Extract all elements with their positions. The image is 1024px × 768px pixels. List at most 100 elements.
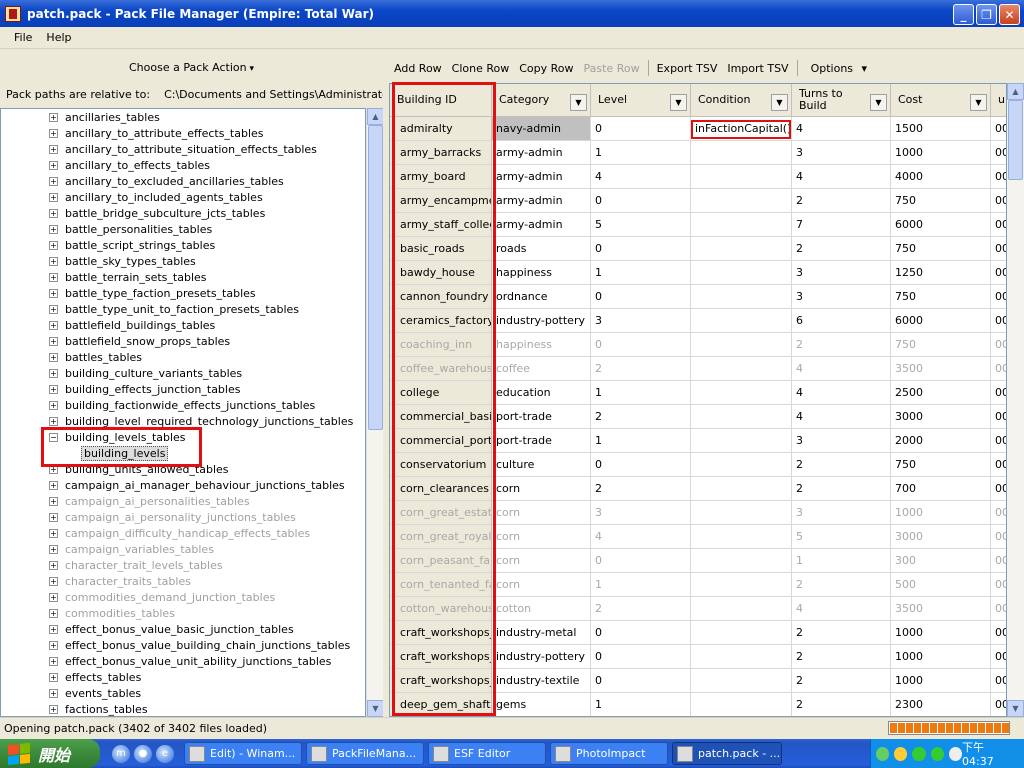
taskbar-button[interactable]: ESF Editor <box>428 742 546 765</box>
cell-turns[interactable]: 3 <box>792 285 891 309</box>
table-row[interactable]: ceramics_factoryindustry-pottery3 6600000 <box>390 309 1006 333</box>
cell-condition[interactable] <box>691 333 792 357</box>
cell-level[interactable]: 0 <box>591 189 691 213</box>
tree-item[interactable]: + campaign_difficulty_handicap_effects_ta… <box>49 525 310 541</box>
cell-condition[interactable] <box>691 189 792 213</box>
cell-level[interactable]: 3 <box>591 309 691 333</box>
cell-category[interactable]: gems <box>492 693 591 716</box>
table-row[interactable]: corn_clearancescorn2270000 <box>390 477 1006 501</box>
close-button[interactable]: ✕ <box>999 4 1020 25</box>
cell-turns[interactable]: 3 <box>792 141 891 165</box>
tree-item[interactable]: + building_factionwide_effects_junctions_… <box>49 397 315 413</box>
cell-id[interactable]: commercial_basin <box>390 405 492 429</box>
cell-turns[interactable]: 1 <box>792 549 891 573</box>
cell-turns[interactable]: 2 <box>792 333 891 357</box>
cell-u[interactable]: 00 <box>991 477 1006 501</box>
expand-icon[interactable]: + <box>49 576 58 586</box>
cell-level[interactable]: 0 <box>591 117 691 141</box>
cell-cost[interactable]: 3000 <box>891 405 991 429</box>
cell-condition[interactable] <box>691 477 792 501</box>
cell-id[interactable]: deep_gem_shaft <box>390 693 492 716</box>
cell-level[interactable]: 0 <box>591 333 691 357</box>
tree-item[interactable]: + ancillary_to_excluded_ancillaries_table… <box>49 173 284 189</box>
expand-icon[interactable]: + <box>49 112 58 122</box>
column-header-level[interactable]: Level ▼ <box>591 84 691 117</box>
cell-id[interactable]: conservatorium <box>390 453 492 477</box>
cell-turns[interactable]: 3 <box>792 501 891 525</box>
cell-cost[interactable]: 1500 <box>891 117 991 141</box>
table-row[interactable]: army_boardarmy-admin44400000 <box>390 165 1006 189</box>
cell-id[interactable]: cotton_warehouse <box>390 597 492 621</box>
column-header-u[interactable]: u <box>991 84 1006 117</box>
expand-icon[interactable]: + <box>49 208 58 218</box>
cell-condition[interactable] <box>691 357 792 381</box>
cell-cost[interactable]: 3500 <box>891 597 991 621</box>
tray-app-icon[interactable] <box>912 746 926 761</box>
scroll-down-arrow[interactable]: ▼ <box>367 700 384 717</box>
cell-category[interactable]: happiness <box>492 261 591 285</box>
tree-item[interactable]: + campaign_ai_manager_behaviour_junctions… <box>49 477 345 493</box>
scroll-up-arrow[interactable]: ▲ <box>1007 83 1024 100</box>
cell-category[interactable]: corn <box>492 477 591 501</box>
cell-category[interactable]: ordnance <box>492 285 591 309</box>
cell-category[interactable]: army-admin <box>492 165 591 189</box>
cell-condition[interactable] <box>691 141 792 165</box>
expand-icon[interactable]: + <box>49 160 58 170</box>
expand-icon[interactable]: + <box>49 272 58 282</box>
cell-level[interactable]: 1 <box>591 573 691 597</box>
cell-turns[interactable]: 3 <box>792 261 891 285</box>
cell-condition[interactable] <box>691 285 792 309</box>
cell-level[interactable]: 1 <box>591 141 691 165</box>
cell-category[interactable]: education <box>492 381 591 405</box>
cell-u[interactable]: 00 <box>991 693 1006 716</box>
cell-cost[interactable]: 6000 <box>891 213 991 237</box>
column-header-turns[interactable]: Turns to Build ▼ <box>792 84 891 117</box>
cell-id[interactable]: coffee_warehouse <box>390 357 492 381</box>
cell-cost[interactable]: 2300 <box>891 693 991 716</box>
table-row[interactable]: cannon_foundryordnance0 375000 <box>390 285 1006 309</box>
scroll-up-arrow[interactable]: ▲ <box>367 108 384 125</box>
cell-cost[interactable]: 1000 <box>891 141 991 165</box>
cell-cost[interactable]: 1000 <box>891 669 991 693</box>
cell-cost[interactable]: 700 <box>891 477 991 501</box>
cell-id[interactable]: army_staff_colleg <box>390 213 492 237</box>
cell-turns[interactable]: 4 <box>792 357 891 381</box>
expand-icon[interactable]: + <box>49 304 58 314</box>
cell-id[interactable]: craft_workshops_t <box>390 669 492 693</box>
cell-u[interactable]: 00 <box>991 549 1006 573</box>
cell-id[interactable]: corn_clearances <box>390 477 492 501</box>
expand-icon[interactable]: + <box>49 336 58 346</box>
cell-turns[interactable]: 2 <box>792 237 891 261</box>
filter-dropdown-icon[interactable]: ▼ <box>670 94 687 111</box>
tree-item[interactable]: + building_culture_variants_tables <box>49 365 242 381</box>
expand-icon[interactable]: + <box>49 288 58 298</box>
cell-u[interactable]: 00 <box>991 621 1006 645</box>
cell-condition[interactable] <box>691 525 792 549</box>
table-row[interactable]: bawdy_househappiness1 3125000 <box>390 261 1006 285</box>
filter-dropdown-icon[interactable]: ▼ <box>570 94 587 111</box>
expand-icon[interactable]: + <box>49 320 58 330</box>
pack-action-dropdown[interactable]: Choose a Pack Action <box>0 57 383 79</box>
cell-category[interactable]: navy-admin <box>492 117 591 141</box>
tree-item[interactable]: + commodities_demand_junction_tables <box>49 589 275 605</box>
cell-condition[interactable] <box>691 621 792 645</box>
cell-level[interactable]: 0 <box>591 237 691 261</box>
taskbar-button[interactable]: PackFileMana... <box>306 742 424 765</box>
tree-item[interactable]: + battles_tables <box>49 349 142 365</box>
cell-id[interactable]: corn_peasant_far <box>390 549 492 573</box>
cell-turns[interactable]: 4 <box>792 117 891 141</box>
paste-row-button[interactable]: Paste Row <box>579 62 645 75</box>
cell-cost[interactable]: 750 <box>891 237 991 261</box>
cell-id[interactable]: basic_roads <box>390 237 492 261</box>
cell-id[interactable]: ceramics_factory <box>390 309 492 333</box>
cell-category[interactable]: coffee <box>492 357 591 381</box>
cell-turns[interactable]: 2 <box>792 477 891 501</box>
cell-level[interactable]: 2 <box>591 357 691 381</box>
cell-turns[interactable]: 6 <box>792 309 891 333</box>
cell-u[interactable]: 00 <box>991 165 1006 189</box>
cell-condition[interactable] <box>691 669 792 693</box>
cell-turns[interactable]: 2 <box>792 693 891 716</box>
tree-item[interactable]: − building_levels_tables <box>49 429 186 445</box>
restore-button[interactable]: ❐ <box>976 4 997 25</box>
cell-level[interactable]: 1 <box>591 381 691 405</box>
